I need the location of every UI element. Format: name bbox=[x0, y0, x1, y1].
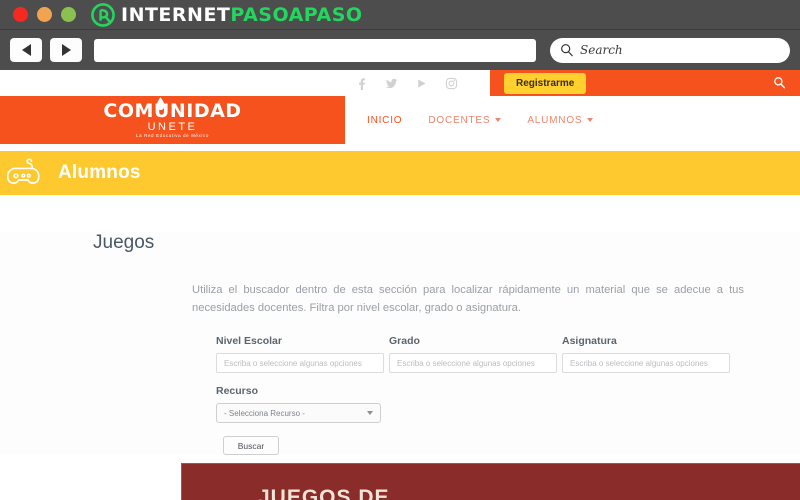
app-brand: INTERNETPASOAPASO bbox=[90, 2, 363, 28]
close-window-button[interactable] bbox=[13, 7, 28, 22]
address-bar-input[interactable] bbox=[94, 38, 536, 62]
nav-links: INICIO DOCENTES ALUMNOS bbox=[345, 96, 800, 144]
page-title: Juegos bbox=[93, 232, 155, 253]
site-search-icon[interactable] bbox=[773, 76, 786, 94]
nav-item-docentes[interactable]: DOCENTES bbox=[428, 114, 502, 126]
grado-input[interactable]: Escriba o seleccione algunas opciones bbox=[389, 353, 557, 373]
social-links bbox=[0, 70, 490, 96]
field-group-recurso: Recurso - Selecciona Recurso - bbox=[216, 385, 800, 423]
nivel-escolar-input[interactable]: Escriba o seleccione algunas opciones bbox=[216, 353, 384, 373]
arrow-right-icon bbox=[61, 44, 71, 56]
asignatura-input[interactable]: Escriba o seleccione algunas opciones bbox=[562, 353, 730, 373]
asignatura-label: Asignatura bbox=[562, 335, 617, 347]
form-row-secondary: Recurso - Selecciona Recurso - Buscar bbox=[216, 385, 800, 455]
browser-window: INTERNETPASOAPASO Search Registrarme COM… bbox=[0, 0, 800, 500]
internet-paso-a-paso-logo-icon bbox=[91, 2, 115, 27]
brand-name-primary: INTERNET bbox=[121, 3, 231, 26]
site-logo[interactable]: COMUNIDAD UNETE La Red Educativa de Méxi… bbox=[0, 96, 345, 144]
back-button[interactable] bbox=[10, 38, 42, 62]
site-logo-title: COMUNIDAD bbox=[103, 99, 242, 122]
page-viewport: Registrarme COMUNIDAD UNETE La Red Educa… bbox=[0, 70, 800, 500]
hero-banner: JUEGOS DE bbox=[181, 463, 800, 500]
nav-item-alumnos-label: ALUMNOS bbox=[527, 114, 583, 126]
browser-titlebar: INTERNETPASOAPASO bbox=[0, 0, 800, 30]
facebook-icon[interactable] bbox=[355, 77, 368, 90]
section-banner-title: Alumnos bbox=[58, 162, 141, 183]
recurso-select-value: - Selecciona Recurso - bbox=[224, 408, 305, 418]
maximize-window-button[interactable] bbox=[61, 7, 76, 22]
chevron-down-icon bbox=[367, 411, 373, 415]
hero-banner-title: JUEGOS DE bbox=[258, 486, 390, 500]
register-button[interactable]: Registrarme bbox=[504, 72, 587, 94]
site-logo-tagline: La Red Educativa de México bbox=[136, 133, 209, 138]
recurso-select[interactable]: - Selecciona Recurso - bbox=[216, 403, 381, 423]
field-group-grado: Grado Escriba o seleccione algunas opcio… bbox=[389, 335, 557, 373]
youtube-icon[interactable] bbox=[415, 77, 428, 90]
nivel-escolar-label: Nivel Escolar bbox=[216, 335, 282, 347]
nav-item-inicio-label: INICIO bbox=[367, 114, 403, 126]
intro-paragraph: Utiliza el buscador dentro de esta secci… bbox=[192, 284, 744, 314]
nav-item-alumnos[interactable]: ALUMNOS bbox=[527, 114, 594, 126]
minimize-window-button[interactable] bbox=[37, 7, 52, 22]
brand-name-secondary: PASOAPASO bbox=[230, 3, 363, 26]
site-utility-bar: Registrarme bbox=[0, 70, 800, 96]
site-main-nav: COMUNIDAD UNETE La Red Educativa de Méxi… bbox=[0, 96, 800, 144]
browser-search-box[interactable]: Search bbox=[550, 37, 790, 63]
forward-button[interactable] bbox=[50, 38, 82, 62]
site-logo-subtitle: UNETE bbox=[147, 120, 198, 133]
nav-item-docentes-label: DOCENTES bbox=[428, 114, 491, 126]
grado-label: Grado bbox=[389, 335, 420, 347]
section-banner: Alumnos bbox=[0, 151, 800, 195]
logo-drop-icon bbox=[156, 96, 166, 110]
field-group-asignatura: Asignatura Escriba o seleccione algunas … bbox=[562, 335, 730, 373]
gamepad-icon bbox=[7, 158, 40, 184]
chevron-down-icon bbox=[587, 118, 594, 122]
field-group-nivel-escolar: Nivel Escolar Escriba o seleccione algun… bbox=[216, 335, 384, 373]
arrow-left-icon bbox=[21, 44, 31, 56]
browser-search-placeholder: Search bbox=[580, 43, 623, 57]
chevron-down-icon bbox=[495, 118, 502, 122]
twitter-icon[interactable] bbox=[385, 77, 398, 90]
form-row-primary: Nivel Escolar Escriba o seleccione algun… bbox=[216, 335, 800, 373]
search-icon bbox=[561, 44, 573, 57]
instagram-icon[interactable] bbox=[445, 77, 458, 90]
search-filter-form: Nivel Escolar Escriba o seleccione algun… bbox=[216, 335, 800, 455]
window-controls bbox=[0, 7, 76, 22]
buscar-button[interactable]: Buscar bbox=[223, 436, 279, 455]
recurso-label: Recurso bbox=[216, 385, 259, 397]
browser-toolbar: Search bbox=[0, 30, 800, 70]
page-content: Juegos Utiliza el buscador dentro de est… bbox=[0, 232, 800, 455]
nav-item-inicio[interactable]: INICIO bbox=[367, 115, 402, 126]
